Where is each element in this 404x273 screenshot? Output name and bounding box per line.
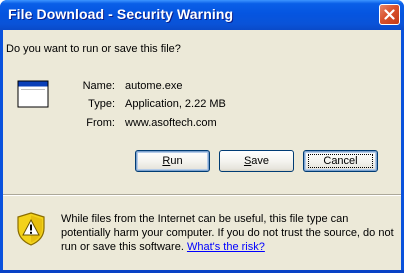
file-download-dialog: File Download - Security Warning Do you … <box>0 0 404 273</box>
cancel-button[interactable]: Cancel <box>303 150 378 172</box>
save-label-rest: ave <box>251 155 270 167</box>
name-label: Name: <box>82 80 115 92</box>
warning-line-2: potentially harm your computer. If you d… <box>61 227 394 239</box>
whats-the-risk-link[interactable]: What's the risk? <box>187 241 265 253</box>
type-label: Type: <box>88 98 115 110</box>
warning-line-3-text: run or save this software. <box>61 241 187 253</box>
warning-line-1: While files from the Internet can be use… <box>61 213 349 225</box>
close-icon <box>384 9 395 20</box>
cancel-button-label: Cancel <box>323 155 358 167</box>
run-label-rest: un <box>170 155 183 167</box>
file-name-value: autome.exe <box>125 80 183 92</box>
security-warning-message: While files from the Internet can be use… <box>61 212 394 254</box>
title-bar[interactable]: File Download - Security Warning <box>0 0 404 30</box>
file-type-value: Application, 2.22 MB <box>125 98 226 110</box>
save-button[interactable]: Save <box>219 150 294 172</box>
close-button[interactable] <box>379 4 400 25</box>
question-text: Do you want to run or save this file? <box>6 43 181 55</box>
application-file-icon <box>17 80 49 108</box>
run-button[interactable]: Run <box>135 150 210 172</box>
dialog-body: Do you want to run or save this file? Na… <box>3 30 401 270</box>
from-label: From: <box>86 117 115 129</box>
file-source-value: www.asoftech.com <box>125 117 217 129</box>
warning-line-3: run or save this software. What's the ri… <box>61 240 391 254</box>
run-button-label: Run <box>162 155 182 167</box>
save-button-label: Save <box>244 155 269 167</box>
window-title: File Download - Security Warning <box>8 6 234 22</box>
separator-highlight <box>3 195 401 196</box>
security-shield-warning-icon <box>17 212 45 246</box>
